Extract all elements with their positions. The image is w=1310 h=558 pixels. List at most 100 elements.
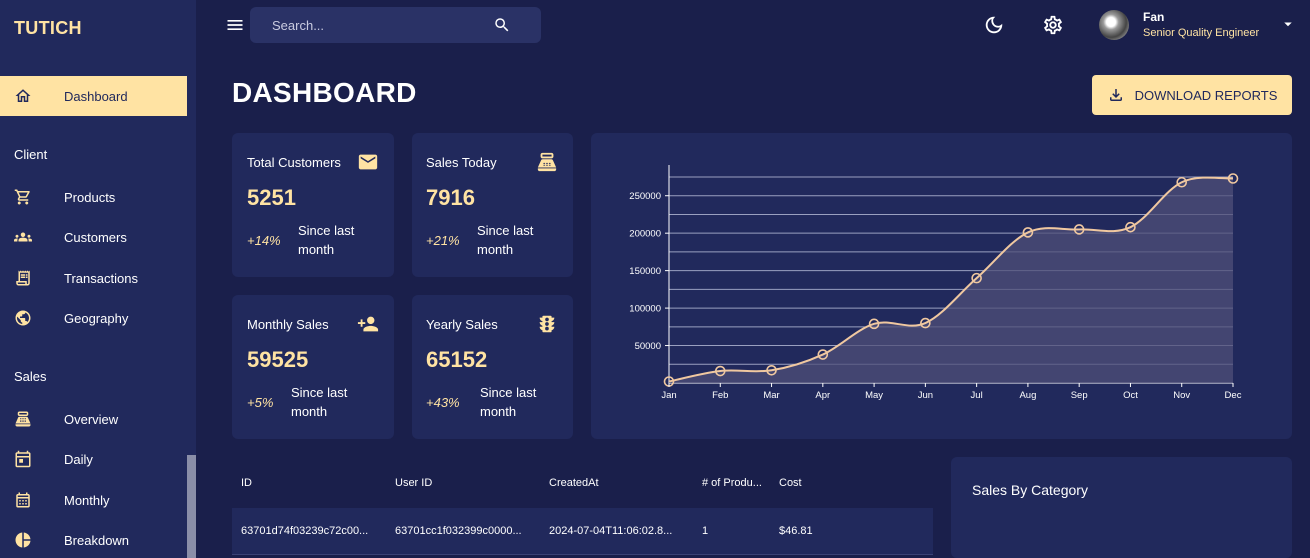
cell-user-id: 63701cc1f032399c0000... [395,525,522,537]
sidebar-item-overview[interactable]: Overview [0,399,187,439]
settings-icon[interactable] [1042,14,1064,36]
receipt-icon [14,269,32,287]
section-label-client: Client [14,147,48,162]
cell-created-at: 2024-07-04T11:06:02.8... [549,525,673,537]
sidebar-item-geography[interactable]: Geography [0,298,187,338]
stat-card-monthly-sales: Monthly Sales 59525 +5% Since last month [232,295,394,439]
stat-title: Monthly Sales [247,317,329,332]
stat-since: Since last month [480,385,537,419]
sidebar-item-label: Daily [64,451,93,467]
stat-percent: +5% [247,395,274,410]
x-tick-label: Jul [971,390,983,401]
sidebar-item-label: Geography [64,310,129,326]
x-tick-label: Mar [763,390,779,401]
area-fill [669,177,1233,383]
x-tick-label: Aug [1019,390,1036,401]
sales-by-category-panel: Sales By Category [951,457,1292,558]
stat-value: 65152 [426,347,488,372]
x-tick-label: Nov [1173,390,1190,401]
download-reports-button[interactable]: DOWNLOAD REPORTS [1092,75,1292,115]
table-row[interactable]: 63701d74f03239c72c00... 63701cc1f032399c… [232,508,933,555]
groups-icon [14,228,32,246]
column-header-created-at[interactable]: CreatedAt [549,477,599,489]
sidebar: TUTICH Dashboard Client Products Custome… [0,0,196,558]
sidebar-item-label: Customers [64,229,127,245]
stat-card-total-customers: Total Customers 5251 +14% Since last mon… [232,133,394,277]
pie-chart-icon [14,531,32,549]
stat-card-sales-today: Sales Today 7916 +21% Since last month [412,133,573,277]
menu-icon[interactable] [225,15,245,35]
cell-products: 1 [702,525,709,537]
sidebar-item-breakdown[interactable]: Breakdown [0,520,187,558]
cart-icon [14,188,32,206]
stat-title: Total Customers [247,155,341,170]
stat-title: Yearly Sales [426,317,498,332]
sidebar-item-label: Transactions [64,270,138,286]
search-bar [250,7,541,43]
cell-id: 63701d74f03239c72c00... [241,525,369,537]
dark-mode-icon[interactable] [983,14,1005,36]
sidebar-scrollbar[interactable] [187,455,196,558]
avatar[interactable] [1099,10,1129,40]
sidebar-item-dashboard[interactable]: Dashboard [0,76,187,116]
download-icon [1109,89,1122,101]
sidebar-item-products[interactable]: Products [0,177,187,217]
x-tick-label: Jun [918,390,933,401]
sidebar-item-label: Products [64,189,116,205]
x-tick-label: Jan [661,390,676,401]
person-add-icon [357,313,379,335]
y-tick-label: 250000 [629,191,661,202]
point-of-sale-icon [536,151,558,173]
page-title: DASHBOARD [232,77,417,108]
sidebar-item-label: Monthly [64,492,110,508]
y-tick-label: 100000 [629,304,661,315]
download-label: DOWNLOAD REPORTS [1134,87,1278,103]
globe-icon [14,309,32,327]
transactions-table: ID User ID CreatedAt # of Produ... Cost … [232,458,933,558]
sidebar-item-customers[interactable]: Customers [0,217,187,257]
y-tick-label: 200000 [629,229,661,240]
email-icon [357,151,379,173]
brand-logo[interactable]: TUTICH [14,18,82,39]
panel-title: Sales By Category [972,482,1088,498]
sidebar-item-transactions[interactable]: Transactions [0,258,187,298]
y-tick-label: 150000 [629,266,661,277]
x-tick-label: Dec [1225,390,1242,401]
x-tick-label: Apr [815,390,830,401]
x-tick-label: Sep [1071,390,1088,401]
stat-value: 7916 [426,185,475,210]
sidebar-item-label: Dashboard [64,88,128,104]
column-header-user-id[interactable]: User ID [395,477,432,489]
x-tick-label: May [865,390,883,401]
search-input[interactable] [272,16,492,34]
stat-percent: +14% [247,233,281,248]
sales-chart-panel: 50000 100000 150000 200000 250000 Jan Feb Mar Ap… [591,133,1292,439]
sidebar-item-monthly[interactable]: Monthly [0,480,187,520]
sidebar-item-label: Breakdown [64,532,130,548]
stat-value: 59525 [247,347,309,372]
column-header-id[interactable]: ID [241,477,252,489]
user-name: Fan [1143,10,1165,24]
calendar-today-icon [14,450,32,468]
stat-card-yearly-sales: Yearly Sales 65152 +43% Since last month [412,295,573,439]
search-icon[interactable] [493,16,511,34]
x-tick-label: Feb [712,390,728,401]
cell-cost: $46.81 [779,525,813,537]
column-header-products[interactable]: # of Produ... [702,477,762,489]
stat-since: Since last month [477,223,534,257]
user-role: Senior Quality Engineer [1143,27,1260,39]
stat-since: Since last month [298,223,355,257]
y-tick-label: 50000 [635,341,661,352]
stat-percent: +21% [426,233,460,248]
stat-since: Since last month [291,385,348,419]
stat-title: Sales Today [426,155,497,170]
stat-value: 5251 [247,185,296,210]
stat-percent: +43% [426,395,460,410]
arrow-drop-down-icon[interactable] [1279,15,1297,33]
home-icon [14,87,32,105]
column-header-cost[interactable]: Cost [779,477,802,489]
sidebar-item-daily[interactable]: Daily [0,439,187,479]
sales-area-chart[interactable]: 50000 100000 150000 200000 250000 Jan Feb Mar Ap… [591,133,1292,439]
point-of-sale-icon [14,410,32,428]
section-label-sales: Sales [14,369,47,384]
